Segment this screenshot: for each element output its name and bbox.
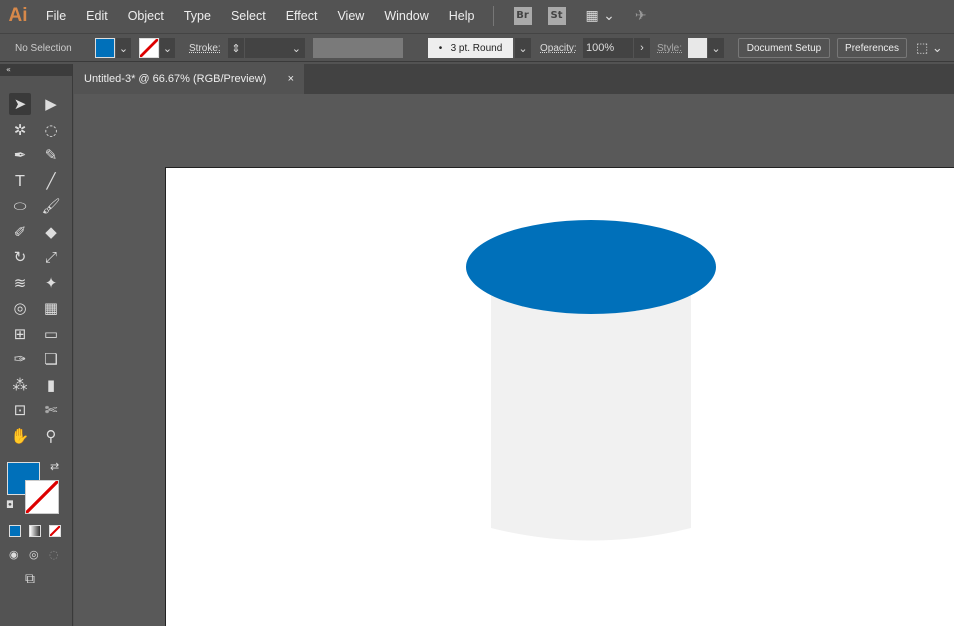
document-setup-button[interactable]: Document Setup — [738, 38, 830, 58]
rotate-tool[interactable]: ↻ — [9, 246, 31, 268]
close-tab-icon[interactable]: × — [288, 73, 294, 85]
mesh-tool[interactable]: ⊞ — [9, 323, 31, 345]
pen-tool[interactable]: ✒ — [9, 144, 31, 166]
blend-tool[interactable]: ❏ — [40, 348, 62, 370]
column-graph-tool[interactable]: ▮ — [40, 374, 62, 396]
variable-width-profile[interactable] — [313, 38, 403, 58]
menu-effect[interactable]: Effect — [276, 9, 328, 23]
opacity-value: 100% — [586, 42, 615, 54]
puppet-warp-tool[interactable]: ✦ — [40, 272, 62, 294]
fill-dropdown[interactable]: ⌄ — [116, 38, 131, 58]
app-logo: Ai — [8, 4, 28, 26]
draw-behind-icon[interactable]: ◎ — [29, 548, 39, 561]
color-mode-button[interactable] — [9, 525, 21, 537]
menu-window[interactable]: Window — [374, 9, 438, 23]
shape-builder-tool[interactable]: ◎ — [9, 297, 31, 319]
stroke-weight-input[interactable]: ⌄ — [245, 38, 305, 58]
brush-dropdown[interactable]: ⌄ — [515, 38, 531, 58]
divider — [492, 5, 494, 26]
opacity-arrow[interactable]: › — [634, 38, 650, 58]
hand-tool[interactable]: ✋ — [9, 425, 31, 447]
arrange-documents-icon[interactable]: ⬚ ⌄ — [916, 38, 943, 58]
style-swatch[interactable] — [688, 38, 707, 58]
document-tab-title: Untitled-3* @ 66.67% (RGB/Preview) — [84, 73, 267, 85]
menu-object[interactable]: Object — [118, 9, 174, 23]
workspace-switcher-icon[interactable]: ▦ ⌄ — [586, 8, 615, 24]
artboard-tool[interactable]: ⊡ — [9, 399, 31, 421]
stroke-label[interactable]: Stroke: — [189, 38, 221, 58]
brush-definition[interactable]: • 3 pt. Round — [428, 38, 513, 58]
artboard[interactable] — [165, 167, 954, 626]
scale-tool[interactable]: ⤢ — [40, 246, 62, 268]
gradient-tool[interactable]: ▭ — [40, 323, 62, 345]
selection-tool[interactable]: ➤ — [9, 93, 31, 115]
draw-inside-icon[interactable]: ◌ — [49, 548, 59, 561]
menu-file[interactable]: File — [36, 9, 76, 23]
preferences-button[interactable]: Preferences — [837, 38, 907, 58]
change-screen-mode-icon[interactable]: ⧉ — [25, 571, 35, 587]
document-tab[interactable]: Untitled-3* @ 66.67% (RGB/Preview) × — [74, 64, 304, 94]
collapse-panel-icon[interactable]: « — [0, 64, 72, 76]
bridge-button[interactable]: Br — [513, 6, 532, 25]
tools-panel: « ➤ ▶ ✲ ◌ ✒ ✎ T ╱ ⬭ 🖌 ✐ ◆ ↻ ⤢ ≋ ✦ ◎ ▦ ⊞ ▭ ✑ ❏ ⁂ ▮ ⊡ ✄ ✋ ⚲ ⇄ ◘ ◉ ◎ ◌… — [0, 64, 73, 626]
document-tab-bar: Untitled-3* @ 66.67% (RGB/Preview) × — [74, 64, 954, 94]
canvas[interactable] — [74, 94, 954, 626]
draw-normal-icon[interactable]: ◉ — [9, 548, 19, 561]
gradient-mode-button[interactable] — [29, 525, 41, 537]
swap-colors-icon[interactable]: ⇄ — [50, 460, 59, 473]
stroke-dropdown[interactable]: ⌄ — [160, 38, 175, 58]
opacity-label[interactable]: Opacity: — [540, 38, 577, 58]
menu-type[interactable]: Type — [174, 9, 221, 23]
lasso-tool[interactable]: ◌ — [40, 119, 62, 141]
perspective-grid-tool[interactable]: ▦ — [40, 297, 62, 319]
style-dropdown[interactable]: ⌄ — [708, 38, 724, 58]
menu-view[interactable]: View — [327, 9, 374, 23]
default-colors-icon[interactable]: ◘ — [6, 500, 14, 511]
zoom-tool[interactable]: ⚲ — [40, 425, 62, 447]
menu-bar: Ai File Edit Object Type Select Effect V… — [0, 0, 954, 31]
gpu-performance-icon[interactable]: ✈ — [635, 8, 647, 24]
stroke-weight-stepper[interactable]: ⇕ — [228, 38, 244, 58]
menu-select[interactable]: Select — [221, 9, 276, 23]
stroke-color-box[interactable] — [25, 480, 59, 514]
none-mode-button[interactable] — [49, 525, 61, 537]
brush-label: 3 pt. Round — [450, 42, 503, 54]
menu-edit[interactable]: Edit — [76, 9, 118, 23]
curvature-tool[interactable]: ✎ — [40, 144, 62, 166]
paintbrush-tool[interactable]: 🖌 — [40, 195, 62, 217]
eraser-tool[interactable]: ◆ — [40, 221, 62, 243]
artwork — [466, 220, 716, 541]
stroke-swatch[interactable] — [139, 38, 159, 58]
magic-wand-tool[interactable]: ✲ — [9, 119, 31, 141]
direct-selection-tool[interactable]: ▶ — [40, 93, 62, 115]
slice-tool[interactable]: ✄ — [40, 399, 62, 421]
warp-tool[interactable]: ≋ — [9, 272, 31, 294]
stock-button[interactable]: St — [547, 6, 566, 25]
ellipse-tool[interactable]: ⬭ — [9, 195, 31, 217]
type-tool[interactable]: T — [9, 170, 31, 192]
shaper-tool[interactable]: ✐ — [9, 221, 31, 243]
cylinder-top-ellipse[interactable] — [466, 220, 716, 314]
symbol-sprayer-tool[interactable]: ⁂ — [9, 374, 31, 396]
style-label[interactable]: Style: — [657, 38, 682, 58]
control-bar: No Selection ⌄ ⌄ Stroke: ⇕ ⌄ • 3 pt. Rou… — [0, 33, 954, 62]
opacity-input[interactable]: 100% — [583, 38, 633, 58]
line-tool[interactable]: ╱ — [40, 170, 62, 192]
selection-status: No Selection — [15, 42, 72, 54]
fill-swatch[interactable] — [95, 38, 115, 58]
menu-help[interactable]: Help — [439, 9, 485, 23]
eyedropper-tool[interactable]: ✑ — [9, 348, 31, 370]
